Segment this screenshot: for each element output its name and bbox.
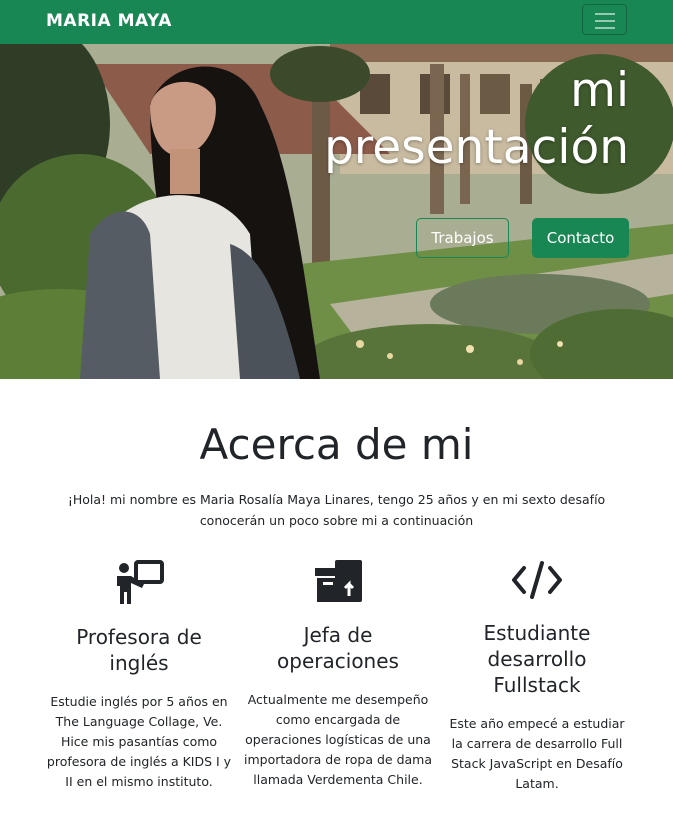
feature-text: Actualmente me desempeño como encargada … (244, 692, 432, 787)
navbar: MARIA MAYA (0, 0, 673, 44)
hero-title: mi presentación (324, 62, 629, 176)
feature-teacher: Profesora de inglés Estudie inglés por 5… (44, 560, 234, 792)
feature-fullstack: Estudiante desarrollo Fullstack Este año… (442, 560, 632, 794)
feature-text: Este año empecé a estudiar la carrera de… (449, 716, 625, 791)
navbar-toggler-button[interactable] (582, 4, 627, 35)
feature-title: Jefa de operaciones (277, 623, 399, 673)
hero-section: mi presentación Trabajos Contacto (0, 44, 673, 379)
works-button[interactable]: Trabajos (416, 218, 509, 258)
feature-text: Estudie inglés por 5 años en The Languag… (46, 694, 232, 789)
feature-operations: Jefa de operaciones Actualmente me desem… (243, 560, 433, 790)
feature-title: Estudiante desarrollo Fullstack (483, 621, 591, 697)
navbar-brand[interactable]: MARIA MAYA (46, 11, 172, 31)
hero-title-line2: presentación (324, 120, 629, 175)
teacher-icon (117, 560, 164, 604)
box-arrow-icon (315, 560, 362, 602)
code-icon (512, 561, 562, 599)
hamburger-menu-icon (595, 13, 615, 34)
contact-button[interactable]: Contacto (532, 218, 629, 258)
about-intro: ¡Hola! mi nombre es Maria Rosalía Maya L… (67, 492, 606, 528)
hero-title-line1: mi (570, 63, 629, 118)
about-title: Acerca de mi (199, 420, 474, 469)
feature-title: Profesora de inglés (76, 625, 202, 675)
